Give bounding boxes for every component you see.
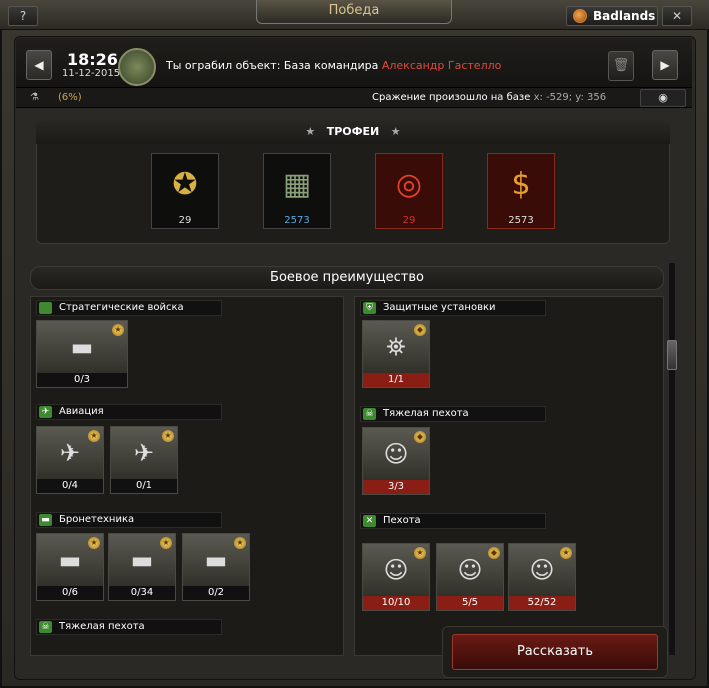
bottles-icon: ⚗ xyxy=(30,92,39,103)
rank-shield-icon: ◆ xyxy=(488,547,500,559)
unit-card[interactable]: ☺ ◆ 5/5 xyxy=(436,543,504,611)
unit-count: 52/52 xyxy=(509,596,575,610)
rank-shield-icon: ◆ xyxy=(414,324,426,336)
close-button[interactable]: ✕ xyxy=(662,6,692,26)
category-heavy-infantry: ☠ Тяжелая пехота xyxy=(36,619,222,635)
unit-card[interactable]: ☺ ◆ 3/3 xyxy=(362,427,430,495)
unit-card[interactable]: ⛯ ◆ 1/1 xyxy=(362,320,430,388)
report-time: 18:26 xyxy=(67,50,118,69)
rank-star-icon: ★ xyxy=(162,430,174,442)
rank-star-icon: ★ xyxy=(88,430,100,442)
unit-count: 0/1 xyxy=(111,479,177,493)
rank-star-icon: ★ xyxy=(414,547,426,559)
shield-icon: ⛨ xyxy=(363,302,376,314)
trophy-targets: ◎ 29 xyxy=(375,153,443,229)
resources-crate-icon: ▦ xyxy=(282,166,312,202)
unit-count: 0/34 xyxy=(109,586,175,600)
server-name: Badlands xyxy=(593,9,656,23)
prev-report-button[interactable]: ◀ xyxy=(26,50,52,80)
trophy-resources: ▦ 2573 xyxy=(263,153,331,229)
commander-avatar xyxy=(118,48,156,86)
unit-card[interactable]: ▬ ★ 0/6 xyxy=(36,533,104,601)
category-infantry: ✕ Пехота xyxy=(360,513,546,529)
commander-link[interactable]: Александр Гастелло xyxy=(382,59,502,72)
skull-icon: ☠ xyxy=(363,408,376,420)
aviation-icon: ✈ xyxy=(39,406,52,418)
battle-location: Сражение произошло на базе x: -529; y: 3… xyxy=(372,92,606,103)
rank-star-icon: ★ xyxy=(160,537,172,549)
help-button[interactable]: ? xyxy=(8,6,38,26)
unit-card[interactable]: ✈ ★ 0/1 xyxy=(110,426,178,494)
target-icon: ◎ xyxy=(395,166,423,202)
armor-icon: ▬ xyxy=(39,514,52,526)
unit-card[interactable]: ▬ ★ 0/3 xyxy=(36,320,128,388)
unit-count: 0/6 xyxy=(37,586,103,600)
rank-star-icon: ★ xyxy=(88,537,100,549)
server-selector[interactable]: Badlands xyxy=(566,6,658,26)
medal-wreath-icon: ✪ xyxy=(172,166,198,202)
unit-card[interactable]: ▬ ★ 0/2 xyxy=(182,533,250,601)
eye-icon: ◉ xyxy=(658,91,668,104)
rank-shield-icon: ◆ xyxy=(414,431,426,443)
unit-count: 0/4 xyxy=(37,479,103,493)
category-label: Стратегические войска xyxy=(59,302,184,313)
tell-button[interactable]: Рассказать xyxy=(452,634,658,670)
money-bag-icon: $ xyxy=(511,166,531,202)
message-prefix: Ты ограбил объект: База командира xyxy=(166,59,379,72)
trophies-header: ★ ТРОФЕИ ★ xyxy=(36,120,670,144)
rank-star-icon: ★ xyxy=(560,547,572,559)
trophy-value: 2573 xyxy=(508,215,534,226)
category-armor: ▬ Бронетехника xyxy=(36,512,222,528)
category-defense: ⛨ Защитные установки xyxy=(360,300,546,316)
loot-percent: (6%) xyxy=(58,92,82,103)
advantage-header: Боевое преимущество xyxy=(30,266,664,290)
unit-card[interactable]: ✈ ★ 0/4 xyxy=(36,426,104,494)
category-label: Авиация xyxy=(59,406,104,417)
report-message: Ты ограбил объект: База командира Алекса… xyxy=(166,59,501,72)
skull-icon: ☠ xyxy=(39,621,52,633)
category-label: Тяжелая пехота xyxy=(383,408,469,419)
category-aviation: ✈ Авиация xyxy=(36,404,222,420)
category-label: Бронетехника xyxy=(59,514,135,525)
category-strategic: Стратегические войска xyxy=(36,300,222,316)
battle-coord: x: -529; y: 356 xyxy=(533,92,607,103)
trophies-title: ТРОФЕИ xyxy=(326,125,380,138)
report-date: 11-12-2015 xyxy=(62,68,121,79)
unit-count: 1/1 xyxy=(363,373,429,387)
trophy-value: 29 xyxy=(178,215,192,226)
trophy-value: 29 xyxy=(402,215,416,226)
star-icon: ★ xyxy=(379,125,401,138)
unit-count: 0/2 xyxy=(183,586,249,600)
trophy-medals: ✪ 29 xyxy=(151,153,219,229)
window-title: Победа xyxy=(256,0,452,24)
strategic-icon xyxy=(39,302,52,314)
trophy-value: 2573 xyxy=(284,215,310,226)
category-heavy-infantry: ☠ Тяжелая пехота xyxy=(360,406,546,422)
category-label: Тяжелая пехота xyxy=(59,621,145,632)
trash-icon[interactable]: 🗑 xyxy=(608,51,634,81)
next-report-button[interactable]: ▶ xyxy=(652,50,678,80)
unit-card[interactable]: ▬ ★ 0/34 xyxy=(108,533,176,601)
unit-count: 5/5 xyxy=(437,596,503,610)
globe-icon xyxy=(573,9,587,23)
unit-count: 0/3 xyxy=(37,373,127,387)
category-label: Защитные установки xyxy=(383,302,496,313)
scrollbar-thumb[interactable] xyxy=(667,340,677,370)
view-base-button[interactable]: ◉ xyxy=(640,89,686,107)
star-icon: ★ xyxy=(305,125,327,138)
scrollbar[interactable] xyxy=(668,262,676,656)
trophy-money: $ 2573 xyxy=(487,153,555,229)
battle-text: Сражение произошло на базе xyxy=(372,92,531,103)
crossed-rifles-icon: ✕ xyxy=(363,515,376,527)
unit-count: 3/3 xyxy=(363,480,429,494)
unit-count: 10/10 xyxy=(363,596,429,610)
unit-card[interactable]: ☺ ★ 52/52 xyxy=(508,543,576,611)
rank-star-icon: ★ xyxy=(234,537,246,549)
rank-star-icon: ★ xyxy=(112,324,124,336)
category-label: Пехота xyxy=(383,515,421,526)
unit-card[interactable]: ☺ ★ 10/10 xyxy=(362,543,430,611)
